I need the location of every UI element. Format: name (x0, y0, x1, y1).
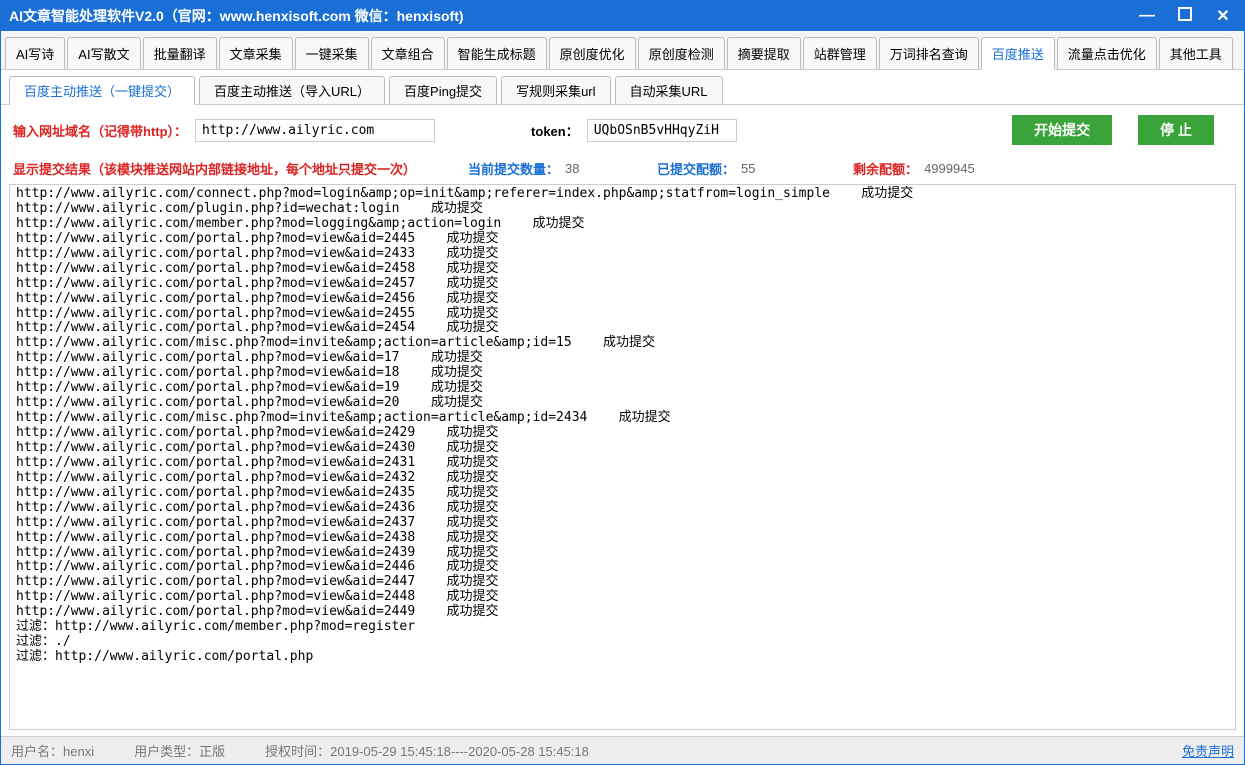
token-label: token： (531, 121, 579, 140)
log-line: http://www.ailyric.com/portal.php?mod=vi… (16, 590, 1229, 605)
sub-tabs: 百度主动推送（一键提交）百度主动推送（导入URL）百度Ping提交写规则采集ur… (1, 70, 1244, 105)
log-line: http://www.ailyric.com/portal.php?mod=vi… (16, 262, 1229, 277)
current-count-label: 当前提交数量： (468, 159, 559, 178)
remain-quota-label: 剩余配额： (853, 159, 918, 178)
maximize-button[interactable] (1172, 6, 1198, 26)
main-tab-12[interactable]: 百度推送 (981, 37, 1055, 70)
stats-row: 显示提交结果（该模块推送网站内部链接地址，每个地址只提交一次） 当前提交数量： … (1, 155, 1244, 182)
main-tab-4[interactable]: 一键采集 (295, 37, 369, 69)
minimize-button[interactable]: — (1134, 6, 1160, 26)
main-tab-14[interactable]: 其他工具 (1159, 37, 1233, 69)
app-window: AI文章智能处理软件V2.0（官网：www.henxisoft.com 微信：h… (0, 0, 1245, 765)
log-line: http://www.ailyric.com/portal.php?mod=vi… (16, 441, 1229, 456)
submitted-quota-label: 已提交配额： (657, 159, 735, 178)
statusbar: 用户名：henxi 用户类型：正版 授权时间：2019-05-29 15:45:… (1, 736, 1244, 764)
log-line: http://www.ailyric.com/portal.php?mod=vi… (16, 232, 1229, 247)
current-count-value: 38 (565, 161, 625, 176)
stop-button[interactable]: 停 止 (1138, 115, 1214, 145)
submitted-quota-value: 55 (741, 161, 801, 176)
close-icon: ✕ (1216, 6, 1229, 26)
log-line: http://www.ailyric.com/portal.php?mod=vi… (16, 292, 1229, 307)
titlebar: AI文章智能处理软件V2.0（官网：www.henxisoft.com 微信：h… (1, 1, 1244, 31)
url-input[interactable] (195, 119, 435, 142)
sub-tab-3[interactable]: 写规则采集url (501, 76, 610, 104)
log-line: http://www.ailyric.com/portal.php?mod=vi… (16, 396, 1229, 411)
main-tab-8[interactable]: 原创度检测 (638, 37, 725, 69)
close-button[interactable]: ✕ (1210, 6, 1236, 26)
log-line: http://www.ailyric.com/portal.php?mod=vi… (16, 501, 1229, 516)
log-line: http://www.ailyric.com/portal.php?mod=vi… (16, 486, 1229, 501)
main-tab-13[interactable]: 流量点击优化 (1057, 37, 1157, 69)
remain-quota-value: 4999945 (924, 161, 984, 176)
main-tab-7[interactable]: 原创度优化 (549, 37, 636, 69)
main-tab-0[interactable]: AI写诗 (5, 37, 65, 69)
main-tab-2[interactable]: 批量翻译 (143, 37, 217, 69)
main-tab-6[interactable]: 智能生成标题 (447, 37, 547, 69)
main-tab-10[interactable]: 站群管理 (803, 37, 877, 69)
main-tab-9[interactable]: 摘要提取 (727, 37, 801, 69)
main-tab-5[interactable]: 文章组合 (371, 37, 445, 69)
log-line: http://www.ailyric.com/portal.php?mod=vi… (16, 247, 1229, 262)
sub-tab-2[interactable]: 百度Ping提交 (389, 76, 497, 104)
start-submit-button[interactable]: 开始提交 (1012, 115, 1112, 145)
main-tabs: AI写诗AI写散文批量翻译文章采集一键采集文章组合智能生成标题原创度优化原创度检… (1, 31, 1244, 70)
status-username: 用户名：henxi (11, 741, 94, 760)
log-line: http://www.ailyric.com/portal.php?mod=vi… (16, 381, 1229, 396)
sub-tab-0[interactable]: 百度主动推送（一键提交） (9, 76, 195, 105)
maximize-icon (1178, 7, 1192, 26)
log-line: 过滤：http://www.ailyric.com/portal.php (16, 650, 1229, 665)
sub-tab-4[interactable]: 自动采集URL (615, 76, 723, 104)
log-line: 过滤：http://www.ailyric.com/member.php?mod… (16, 620, 1229, 635)
log-line: http://www.ailyric.com/portal.php?mod=vi… (16, 456, 1229, 471)
log-line: http://www.ailyric.com/portal.php?mod=vi… (16, 366, 1229, 381)
log-line: http://www.ailyric.com/portal.php?mod=vi… (16, 426, 1229, 441)
sub-tab-1[interactable]: 百度主动推送（导入URL） (199, 76, 385, 104)
status-authtime: 授权时间：2019-05-29 15:45:18----2020-05-28 1… (265, 741, 589, 760)
token-input[interactable] (587, 119, 737, 142)
log-line: http://www.ailyric.com/portal.php?mod=vi… (16, 516, 1229, 531)
main-tab-11[interactable]: 万词排名查询 (879, 37, 979, 69)
status-usertype: 用户类型：正版 (134, 741, 225, 760)
result-label: 显示提交结果（该模块推送网站内部链接地址，每个地址只提交一次） (13, 159, 416, 178)
log-line: http://www.ailyric.com/plugin.php?id=wec… (16, 202, 1229, 217)
input-row: 输入网址域名（记得带http）： token： 开始提交 停 止 (1, 105, 1244, 155)
disclaimer-link[interactable]: 免责声明 (1182, 741, 1234, 760)
url-label: 输入网址域名（记得带http）： (13, 121, 187, 140)
main-tab-3[interactable]: 文章采集 (219, 37, 293, 69)
log-line: http://www.ailyric.com/portal.php?mod=vi… (16, 531, 1229, 546)
log-line: http://www.ailyric.com/member.php?mod=lo… (16, 217, 1229, 232)
log-line: http://www.ailyric.com/portal.php?mod=vi… (16, 471, 1229, 486)
window-controls: — ✕ (1134, 6, 1236, 26)
log-line: http://www.ailyric.com/portal.php?mod=vi… (16, 277, 1229, 292)
log-line: 过滤：./ (16, 635, 1229, 650)
log-line: http://www.ailyric.com/portal.php?mod=vi… (16, 605, 1229, 620)
log-line: http://www.ailyric.com/portal.php?mod=vi… (16, 351, 1229, 366)
minimize-icon: — (1139, 7, 1155, 25)
log-output[interactable]: http://www.ailyric.com/connect.php?mod=l… (9, 184, 1236, 730)
window-title: AI文章智能处理软件V2.0（官网：www.henxisoft.com 微信：h… (9, 6, 1134, 26)
log-line: http://www.ailyric.com/connect.php?mod=l… (16, 187, 1229, 202)
log-line: http://www.ailyric.com/misc.php?mod=invi… (16, 411, 1229, 426)
main-tab-1[interactable]: AI写散文 (67, 37, 140, 69)
